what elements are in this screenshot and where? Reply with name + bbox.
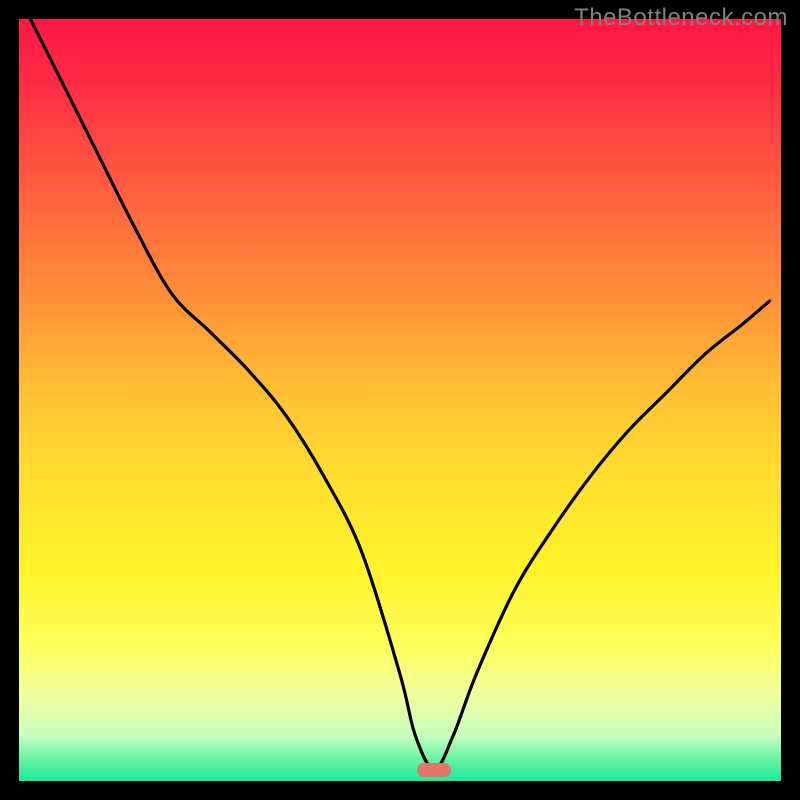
optimal-marker	[417, 763, 451, 777]
watermark-text: TheBottleneck.com	[574, 4, 788, 32]
chart-frame: TheBottleneck.com	[0, 0, 800, 800]
bottleneck-curve	[19, 19, 781, 781]
plot-area	[19, 19, 781, 781]
